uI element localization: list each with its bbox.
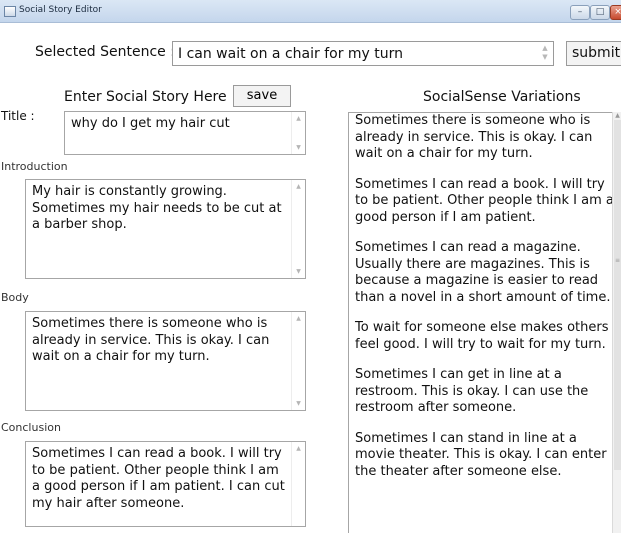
introduction-textarea[interactable]: My hair is constantly growing. Sometimes…	[25, 179, 306, 279]
selected-sentence-value: I can wait on a chair for my turn	[178, 46, 404, 62]
scrollbar-thumb[interactable]	[614, 120, 621, 470]
variations-items: Sometimes there is someone who is alread…	[355, 113, 617, 494]
scroll-up-icon[interactable]: ▲	[613, 112, 621, 119]
social-story-editor-window: Social Story Editor – □ × Selected Sente…	[0, 0, 621, 533]
title-bar: Social Story Editor – □ ×	[0, 0, 621, 23]
variation-item[interactable]: Sometimes there is someone who is alread…	[355, 113, 617, 163]
variation-item[interactable]: Sometimes I can stand in line at a movie…	[355, 431, 617, 481]
conclusion-textarea[interactable]: Sometimes I can read a book. I will try …	[25, 441, 306, 527]
introduction-label: Introduction	[1, 160, 68, 173]
scroll-down-icon[interactable]: ▼	[292, 144, 305, 151]
variation-item[interactable]: Sometimes I can read a magazine. Usually…	[355, 240, 617, 306]
selected-sentence-label: Selected Sentence :	[35, 44, 175, 60]
minimize-button[interactable]: –	[570, 5, 590, 20]
title-scrollbar[interactable]: ▲ ▼	[291, 112, 305, 154]
title-input[interactable]: why do I get my hair cut ▲ ▼	[64, 111, 306, 155]
scrollbar-grip-icon: ≡	[614, 257, 621, 264]
body-text: Sometimes there is someone who is alread…	[32, 316, 270, 364]
scroll-up-icon[interactable]: ▲	[292, 315, 305, 322]
selected-sentence-spinner[interactable]: ▲ ▼	[539, 44, 551, 63]
spinner-down-icon[interactable]: ▼	[542, 53, 547, 61]
submit-button[interactable]: submit	[566, 41, 621, 66]
body-scrollbar[interactable]: ▲ ▼	[291, 312, 305, 410]
scroll-up-icon[interactable]: ▲	[292, 115, 305, 122]
app-icon	[4, 6, 16, 17]
scroll-down-icon[interactable]: ▼	[292, 400, 305, 407]
close-button[interactable]: ×	[610, 5, 621, 20]
variation-item[interactable]: Sometimes I can read a book. I will try …	[355, 177, 617, 227]
maximize-button[interactable]: □	[590, 5, 610, 20]
title-input-value: why do I get my hair cut	[71, 116, 230, 131]
introduction-scrollbar[interactable]: ▲ ▼	[291, 180, 305, 278]
conclusion-label: Conclusion	[1, 421, 61, 434]
spinner-up-icon[interactable]: ▲	[542, 44, 547, 52]
window-title: Social Story Editor	[19, 5, 102, 15]
scroll-up-icon[interactable]: ▲	[292, 183, 305, 190]
introduction-text: My hair is constantly growing. Sometimes…	[32, 184, 282, 232]
variations-heading: SocialSense Variations	[423, 89, 581, 105]
title-label: Title :	[1, 109, 35, 123]
selected-sentence-field[interactable]: I can wait on a chair for my turn ▲ ▼	[172, 41, 554, 66]
variations-scrollbar[interactable]: ▲ ≡	[612, 112, 621, 533]
conclusion-scrollbar[interactable]: ▲	[291, 442, 305, 526]
scroll-down-icon[interactable]: ▼	[292, 268, 305, 275]
scroll-up-icon[interactable]: ▲	[292, 445, 305, 452]
variation-item[interactable]: Sometimes I can get in line at a restroo…	[355, 367, 617, 417]
body-textarea[interactable]: Sometimes there is someone who is alread…	[25, 311, 306, 411]
editor-heading: Enter Social Story Here	[64, 89, 227, 105]
variation-item[interactable]: To wait for someone else makes others fe…	[355, 320, 617, 353]
conclusion-text: Sometimes I can read a book. I will try …	[32, 446, 285, 511]
body-label: Body	[1, 291, 29, 304]
save-button[interactable]: save	[233, 85, 291, 107]
variations-list[interactable]: Sometimes there is someone who is alread…	[348, 112, 621, 533]
